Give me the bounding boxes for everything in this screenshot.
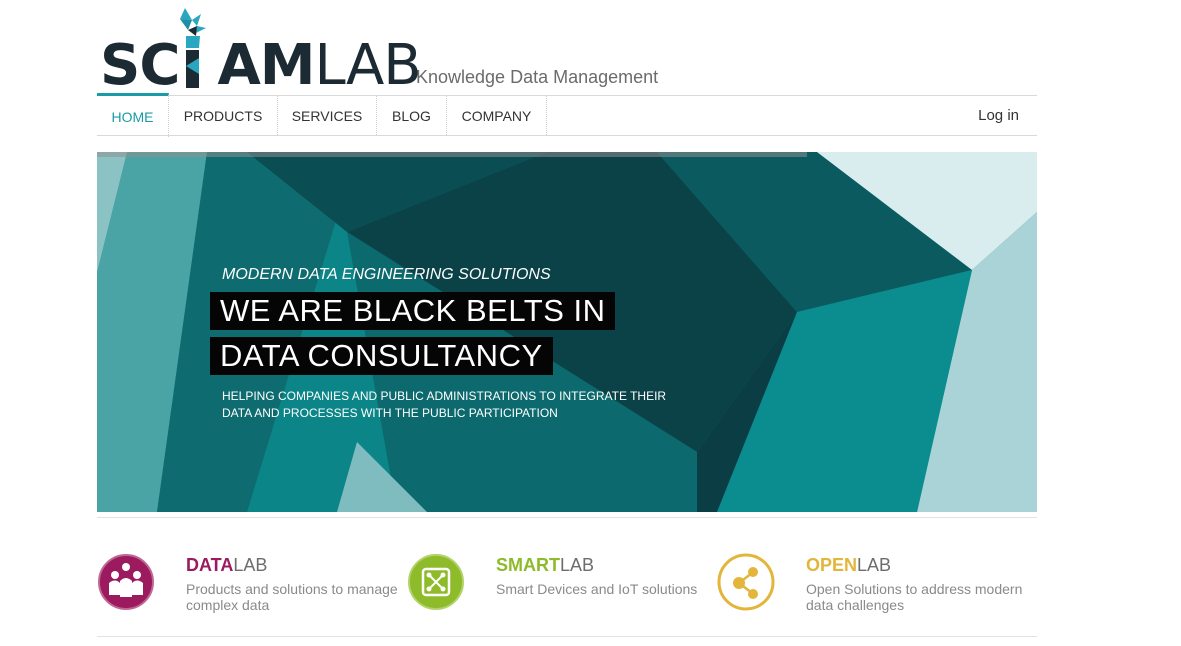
feature-title-bold: SMART [496, 555, 560, 575]
divider-bottom [97, 636, 1037, 637]
feature-title-light: LAB [560, 555, 595, 575]
feature-datalab[interactable]: DATALAB Products and solutions to manage… [97, 553, 398, 619]
feature-title-bold: DATA [186, 555, 234, 575]
feature-title-bold: OPEN [806, 555, 858, 575]
nav-item-blog[interactable]: BLOG [377, 96, 447, 135]
hero-banner: MODERN DATA ENGINEERING SOLUTIONS WE ARE… [97, 152, 1037, 512]
tagline: Knowledge Data Management [416, 67, 659, 87]
hero-kicker: MODERN DATA ENGINEERING SOLUTIONS [222, 266, 551, 283]
login-link[interactable]: Log in [978, 96, 1019, 135]
hero-headline-line-2: DATA CONSULTANCY [210, 337, 553, 375]
circuit-icon [407, 553, 465, 611]
people-icon [97, 553, 155, 611]
feature-title: SMARTLAB [496, 555, 594, 576]
share-icon [717, 553, 775, 611]
feature-title: OPENLAB [806, 555, 891, 576]
feature-description: Open Solutions to address modern data ch… [806, 581, 1023, 613]
hero-background [97, 152, 1037, 512]
feature-description: Products and solutions to manage complex… [186, 581, 398, 613]
divider-top [97, 517, 1037, 518]
main-nav: HOME PRODUCTS SERVICES BLOG COMPANY Log … [97, 93, 1037, 137]
logo-text-am: AM [217, 33, 315, 98]
nav-item-products[interactable]: PRODUCTS [169, 96, 278, 135]
feature-openlab[interactable]: OPENLAB Open Solutions to address modern… [717, 553, 1027, 619]
feature-description: Smart Devices and IoT solutions [496, 581, 698, 597]
nav-item-company[interactable]: COMPANY [447, 96, 547, 135]
logo-bird-icon [180, 8, 206, 88]
hero-subtitle: HELPING COMPANIES AND PUBLIC ADMINISTRAT… [222, 389, 667, 420]
feature-title: DATALAB [186, 555, 267, 576]
nav-item-services[interactable]: SERVICES [278, 96, 377, 135]
hero-headline-line-1: WE ARE BLACK BELTS IN [210, 292, 616, 330]
hero-top-strip [97, 152, 807, 157]
nav-item-home[interactable]: HOME [97, 93, 169, 137]
logo-text-lab: LAB [314, 33, 422, 98]
feature-smartlab[interactable]: SMARTLAB Smart Devices and IoT solutions [407, 553, 717, 619]
sciamlab-logo[interactable]: SC AMLAB [100, 6, 422, 96]
page-wrapper: SC AMLAB Knowledge Data Management HOME P… [97, 0, 1037, 646]
feature-title-light: LAB [233, 555, 268, 575]
feature-title-light: LAB [857, 555, 892, 575]
